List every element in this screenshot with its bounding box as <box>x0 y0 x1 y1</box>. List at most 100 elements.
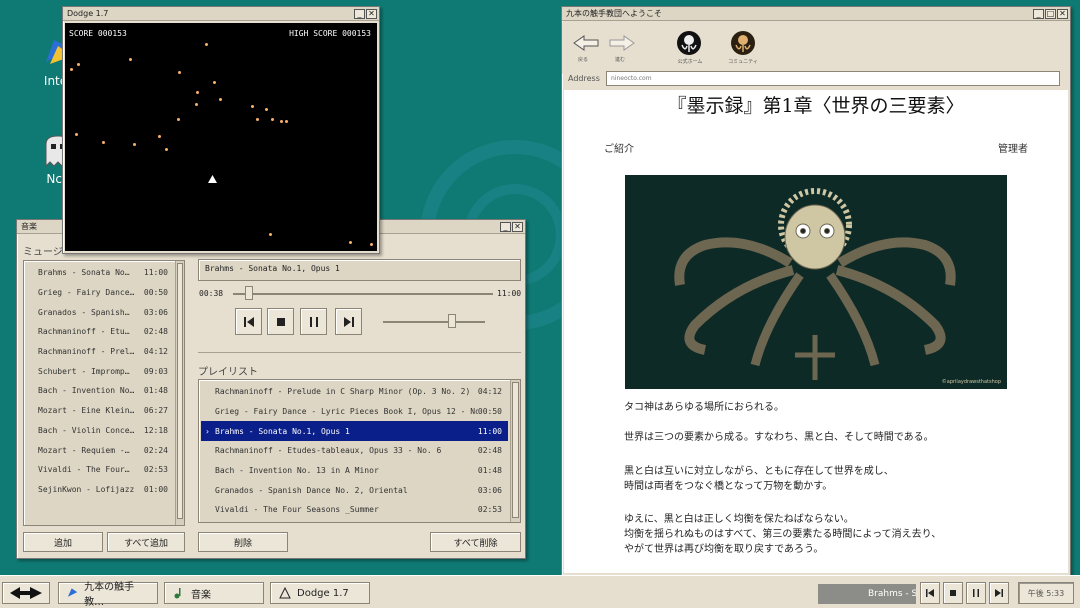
intro-link[interactable]: ご紹介 <box>604 140 634 155</box>
taskbar-stop-button[interactable] <box>943 582 963 604</box>
paragraph-line: ゆえに、黒と白は正しく均衡を保たねばならない。 <box>624 514 854 525</box>
player-ship-icon <box>208 175 217 183</box>
game-field[interactable]: SCORE 000153 HIGH SCORE 000153 <box>65 23 377 251</box>
address-value: nineocto.com <box>611 75 652 82</box>
library-item[interactable]: Rachmaninoff - Etu… 02:48 <box>24 322 174 342</box>
maximize-button[interactable]: □ <box>1045 8 1056 19</box>
playlist-item[interactable]: Rachmaninoff - Prelude in C Sharp Minor … <box>201 382 508 402</box>
falling-star <box>158 135 161 138</box>
taskbar-next-button[interactable] <box>989 582 1009 604</box>
seek-thumb[interactable] <box>244 286 253 300</box>
library-scrollbar[interactable] <box>175 261 184 525</box>
playlist-scrollbar[interactable] <box>510 380 520 522</box>
track-title: Granados - Spanish Dance No. 2, Oriental <box>215 485 408 495</box>
close-button[interactable]: ✕ <box>1057 8 1068 19</box>
paragraph-line: 時間は両者をつなぐ橋となって万物を動かす。 <box>624 481 833 492</box>
taskbar-item-music[interactable]: 音楽 <box>164 582 264 604</box>
browser-window-title: 九本の触手教団へようこそ <box>566 9 662 18</box>
forward-arrow-icon[interactable] <box>608 34 636 52</box>
library-item[interactable]: Brahms - Sonata No… 11:00 <box>24 263 174 283</box>
taskbar: 九本の触手教… 音楽 Dodge 1.7 Brahms - S 午後 5:33 <box>0 575 1080 608</box>
library-item[interactable]: Granados - Spanish… 03:06 <box>24 302 174 322</box>
minimize-button[interactable]: _ <box>500 221 511 232</box>
library-item[interactable]: Vivaldi - The Four… 02:53 <box>24 460 174 480</box>
track-title: Granados - Spanish… <box>38 307 130 317</box>
library-item[interactable]: Bach - Invention No… 01:48 <box>24 381 174 401</box>
start-button[interactable] <box>2 582 50 604</box>
music-note-icon <box>174 588 181 599</box>
dodge-window: Dodge 1.7 _ ✕ SCORE 000153 HIGH SCORE 00… <box>62 6 380 254</box>
address-bar[interactable]: nineocto.com <box>606 71 1060 86</box>
playlist-item[interactable]: › Brahms - Sonata No.1, Opus 1 11:00 <box>201 421 508 442</box>
library-item[interactable]: Mozart - Requiem -… 02:24 <box>24 440 174 460</box>
library-item[interactable]: Bach - Violin Conce… 12:18 <box>24 421 174 441</box>
falling-star <box>129 58 132 61</box>
library-list[interactable]: Brahms - Sonata No… 11:00 Grieg - Fairy Da… <box>23 260 185 526</box>
previous-button[interactable] <box>235 308 262 335</box>
track-duration: 00:50 <box>143 288 168 298</box>
seek-track[interactable] <box>233 293 493 295</box>
library-item[interactable]: Grieg - Fairy Dance… 00:50 <box>24 283 174 303</box>
back-arrow-icon[interactable] <box>572 34 600 52</box>
falling-star <box>165 148 168 151</box>
taskbar-item-browser[interactable]: 九本の触手教… <box>58 582 158 608</box>
playlist-item[interactable]: Granados - Spanish Dance No. 2, Oriental… <box>201 480 508 500</box>
taskbar-item-dodge[interactable]: Dodge 1.7 <box>270 582 370 604</box>
falling-star <box>133 143 136 146</box>
minimize-button[interactable]: _ <box>354 8 365 19</box>
track-duration: 01:48 <box>477 466 502 476</box>
track-duration: 09:03 <box>143 366 168 376</box>
library-item[interactable]: Mozart - Eine Klein… 06:27 <box>24 401 174 421</box>
volume-track[interactable] <box>383 321 485 323</box>
playlist-item[interactable]: Vivaldi - The Four Seasons _Summer 02:53 <box>201 500 508 520</box>
home-octopus-icon[interactable] <box>676 30 702 56</box>
remove-button[interactable]: 削除 <box>198 532 288 552</box>
dodge-titlebar[interactable]: Dodge 1.7 _ ✕ <box>63 7 379 21</box>
track-duration: 00:50 <box>477 407 502 417</box>
track-duration: 02:53 <box>477 505 502 515</box>
playlist-list[interactable]: Rachmaninoff - Prelude in C Sharp Minor … <box>198 379 521 523</box>
stop-button[interactable] <box>267 308 294 335</box>
scrollbar-thumb[interactable] <box>512 382 519 518</box>
falling-star <box>251 105 254 108</box>
close-button[interactable]: ✕ <box>512 221 523 232</box>
track-duration: 06:27 <box>143 406 168 416</box>
track-duration: 02:24 <box>143 445 168 455</box>
close-button[interactable]: ✕ <box>366 8 377 19</box>
library-item[interactable]: Rachmaninoff - Prel… 04:12 <box>24 342 174 362</box>
remove-all-button[interactable]: すべて削除 <box>430 532 521 552</box>
taskbar-pause-button[interactable] <box>966 582 986 604</box>
admin-link[interactable]: 管理者 <box>998 140 1028 155</box>
ship-icon <box>279 587 291 599</box>
score-display: SCORE 000153 <box>69 29 127 38</box>
browser-toolbar: 戻る 進む 公式ホーム コミュニティ <box>562 22 1070 74</box>
track-title: Brahms - Sonata No… <box>38 268 130 278</box>
paragraph-line: タコ神はあらゆる場所におられる。 <box>624 402 784 413</box>
library-item[interactable]: Schubert - Impromp… 09:03 <box>24 361 174 381</box>
track-title: Grieg - Fairy Dance… <box>38 288 135 298</box>
playlist-item[interactable]: Grieg - Fairy Dance - Lyric Pieces Book … <box>201 402 508 422</box>
skip-back-icon <box>243 316 254 327</box>
taskbar-previous-button[interactable] <box>920 582 940 604</box>
falling-star <box>195 103 198 106</box>
community-octopus-icon[interactable] <box>730 30 756 56</box>
minimize-button[interactable]: _ <box>1033 8 1044 19</box>
library-item[interactable]: SejinKwon - Lofijazz 01:00 <box>24 480 174 500</box>
playlist-label: プレイリスト <box>198 367 258 378</box>
track-duration: 12:18 <box>143 425 168 435</box>
playlist-item[interactable]: Rachmaninoff - Etudes-tableaux, Opus 33 … <box>201 441 508 461</box>
selected-marker: › <box>205 426 210 436</box>
next-button[interactable] <box>335 308 362 335</box>
pause-button[interactable] <box>300 308 327 335</box>
add-button[interactable]: 追加 <box>23 532 103 552</box>
add-all-button[interactable]: すべて追加 <box>107 532 185 552</box>
scrollbar-thumb[interactable] <box>177 263 183 519</box>
browser-titlebar[interactable]: 九本の触手教団へようこそ _ □ ✕ <box>562 7 1070 21</box>
community-label: コミュニティ <box>728 59 758 65</box>
track-duration: 01:00 <box>143 484 168 494</box>
falling-star <box>269 233 272 236</box>
music-window-title: 音楽 <box>21 222 37 231</box>
playlist-item[interactable]: Bach - Invention No. 13 in A Minor 01:48 <box>201 461 508 481</box>
falling-star <box>178 71 181 74</box>
volume-thumb[interactable] <box>448 314 457 328</box>
